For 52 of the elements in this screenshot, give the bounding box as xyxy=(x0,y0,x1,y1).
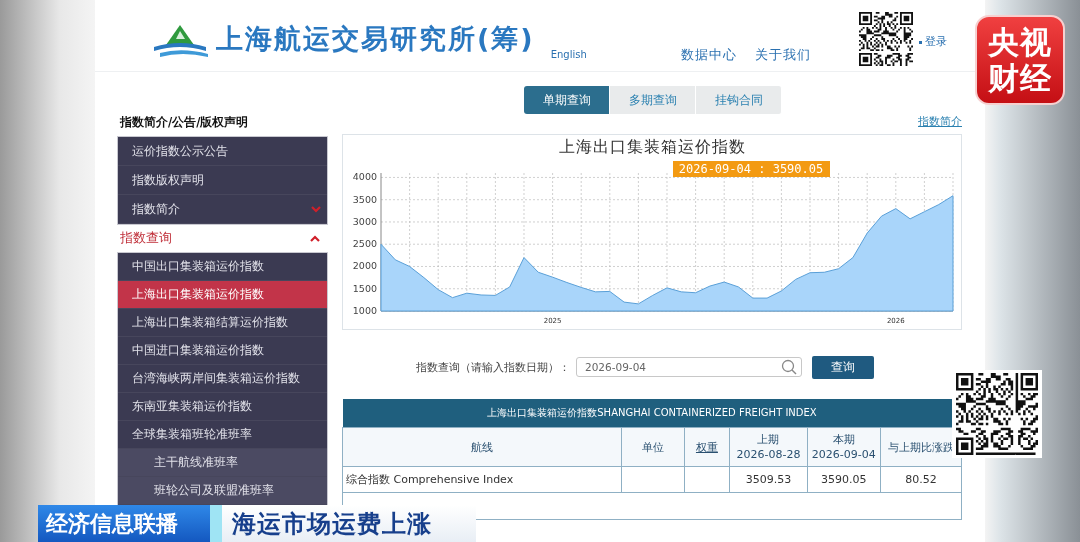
menu-item[interactable]: 指数简介 xyxy=(118,195,327,224)
date-field[interactable]: 2026-09-04 xyxy=(576,357,802,377)
qr-code-icon xyxy=(956,373,1038,455)
search-icon[interactable] xyxy=(781,359,797,375)
menu-item[interactable]: 台湾海峡两岸间集装箱运价指数 xyxy=(118,365,327,393)
query-label: 指数查询（请输入指数日期）： xyxy=(416,359,570,375)
column-header: 航线 xyxy=(342,427,622,467)
axis-tick-label: 2500 xyxy=(352,238,377,250)
tab[interactable]: 单期查询 xyxy=(524,86,610,114)
axis-tick-label: 1000 xyxy=(352,305,377,316)
annotation: 2026-09-04 : 3590.05 xyxy=(678,162,824,176)
nav-link[interactable]: 关于我们 xyxy=(754,46,811,64)
menu-item[interactable]: 班轮公司及联盟准班率 xyxy=(118,477,327,505)
menu-item[interactable]: 主干航线准班率 xyxy=(118,449,327,477)
login-link[interactable]: 登录 xyxy=(918,34,947,49)
column-header: 单位 xyxy=(621,427,685,467)
query-button[interactable]: 查询 xyxy=(812,355,874,379)
qr-code-icon xyxy=(858,12,913,66)
section-heading: 指数简介/公告/版权声明 xyxy=(119,114,250,131)
site-title: 上海航运交易研究所(筹) xyxy=(216,22,535,56)
axis-tick-label: 1500 xyxy=(352,282,377,294)
menu-item[interactable]: 上海出口集装箱运价指数 xyxy=(118,281,327,309)
channel-logo: 央视 财经 xyxy=(975,15,1065,105)
menu-item[interactable]: 东南亚集装箱运价指数 xyxy=(118,393,327,421)
tab[interactable]: 挂钩合同 xyxy=(696,86,782,114)
axis-tick-label: 3500 xyxy=(352,193,377,205)
nav-link[interactable]: 数据中心 xyxy=(680,46,737,64)
banner-accent-strip xyxy=(210,505,222,542)
menu-item[interactable]: 上海出口集装箱结算运价指数 xyxy=(118,309,327,337)
menu-item[interactable]: 指数版权声明 xyxy=(118,166,327,195)
table-cell: 3509.53 xyxy=(729,466,808,493)
axis-tick-label: 3000 xyxy=(352,215,377,227)
table-cell: 3590.05 xyxy=(807,466,881,493)
value-tooltip: 2026-09-04 : 3590.05 xyxy=(673,161,830,177)
menu-item[interactable]: 中国进口集装箱运价指数 xyxy=(118,337,327,365)
axis-tick-label: 4000 xyxy=(352,171,377,183)
intro-link[interactable]: 指数简介 xyxy=(918,114,962,134)
table-cell: 综合指数 Comprehensive Index xyxy=(342,466,622,493)
chevron-up-icon[interactable] xyxy=(310,235,320,242)
column-header: 本期 2026-09-04 xyxy=(807,427,881,467)
tab[interactable]: 多期查询 xyxy=(610,86,696,114)
headline-banner: 海运市场运费上涨 xyxy=(222,505,476,542)
chevron-down-icon[interactable] xyxy=(311,205,321,213)
column-header: 上期 2026-08-28 xyxy=(729,427,808,467)
column-header: 权重 xyxy=(684,427,730,467)
program-name-banner: 经济信息联播 xyxy=(38,505,210,542)
menu-section-header[interactable]: 指数查询 xyxy=(117,225,328,252)
chart-title: 上海出口集装箱运价指数 xyxy=(558,137,746,158)
language-link[interactable]: English xyxy=(550,49,587,60)
menu-item[interactable]: 运价指数公示公告 xyxy=(118,137,327,166)
axis-tick-label: 2000 xyxy=(352,260,377,272)
table-cell: 80.52 xyxy=(880,466,962,493)
